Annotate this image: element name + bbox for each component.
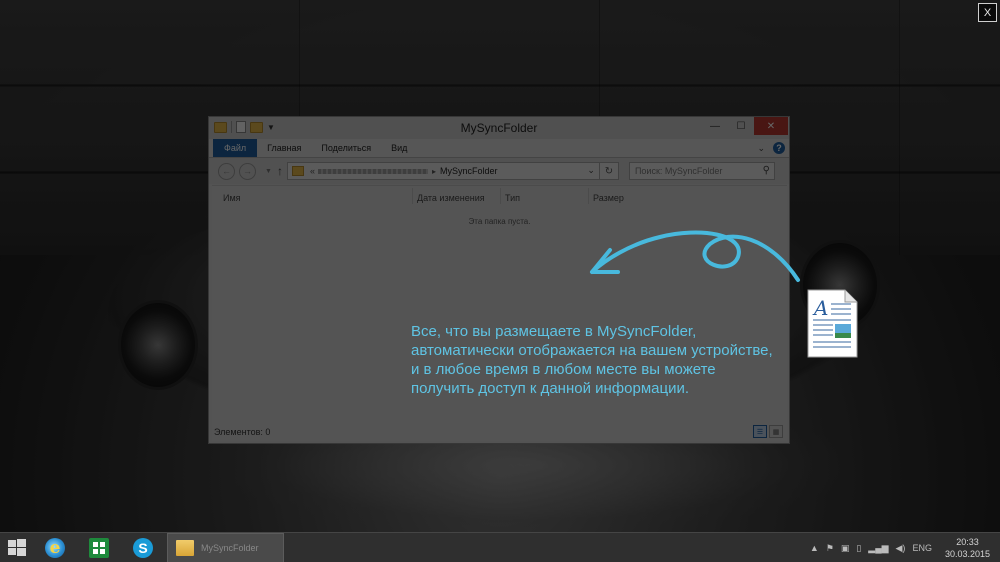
tour-message: Все, что вы размещаете в MySyncFolder, а… bbox=[411, 323, 773, 397]
taskbar-explorer-label: MySyncFolder bbox=[201, 542, 259, 553]
address-overflow[interactable]: « bbox=[310, 166, 315, 176]
taskbar-skype[interactable]: S bbox=[121, 533, 165, 562]
volume-icon[interactable]: ◀) bbox=[896, 543, 906, 554]
column-divider[interactable] bbox=[588, 188, 589, 204]
ribbon-controls: ⌄ ? bbox=[757, 142, 785, 154]
address-path-blurred bbox=[317, 168, 428, 174]
back-arrow-icon[interactable]: ← bbox=[218, 162, 235, 180]
large-icons-view-icon[interactable]: ▦ bbox=[769, 425, 783, 438]
tour-arrow-icon bbox=[590, 230, 800, 282]
column-size[interactable]: Размер bbox=[593, 193, 624, 203]
maximize-button[interactable]: ☐ bbox=[728, 117, 754, 135]
system-tray: ▲ ⚑ ▣ ▯ ▂▄▆ ◀) ENG 20:33 30.03.2015 bbox=[810, 533, 990, 562]
address-current-folder[interactable]: MySyncFolder bbox=[440, 166, 498, 176]
help-icon[interactable]: ? bbox=[773, 142, 785, 154]
ribbon-tabs: Файл Главная Поделиться Вид ⌄ ? bbox=[209, 139, 789, 158]
car-wheel-front bbox=[118, 300, 198, 390]
column-name[interactable]: Имя bbox=[223, 193, 241, 203]
search-icon[interactable]: ⚲ bbox=[763, 165, 770, 176]
network-signal-icon[interactable]: ▂▄▆ bbox=[868, 543, 888, 554]
column-divider[interactable] bbox=[412, 188, 413, 204]
document-icon: A bbox=[807, 289, 858, 358]
refresh-icon[interactable]: ↻ bbox=[599, 162, 619, 180]
input-language[interactable]: ENG bbox=[912, 543, 932, 553]
address-dropdown-icon[interactable]: ⌄ bbox=[587, 165, 595, 176]
address-separator-icon[interactable]: ▸ bbox=[432, 167, 436, 176]
taskbar: e S MySyncFolder ▲ ⚑ ▣ ▯ ▂▄▆ ◀) ENG 20:3… bbox=[0, 532, 1000, 562]
search-box[interactable]: Поиск: MySyncFolder ⚲ bbox=[628, 162, 775, 180]
column-date-modified[interactable]: Дата изменения bbox=[417, 193, 485, 203]
view-toggle: ☰ ▦ bbox=[753, 425, 783, 438]
recent-locations-icon[interactable]: ▼ bbox=[265, 168, 272, 175]
action-center-flag-icon[interactable]: ⚑ bbox=[826, 543, 834, 554]
search-input[interactable]: Поиск: MySyncFolder bbox=[635, 166, 722, 176]
taskbar-store[interactable] bbox=[77, 533, 121, 562]
column-divider[interactable] bbox=[500, 188, 501, 204]
close-tour-button[interactable]: X bbox=[978, 3, 997, 22]
taskbar-explorer-window[interactable]: MySyncFolder bbox=[167, 532, 284, 562]
clock-time: 20:33 bbox=[956, 537, 979, 547]
column-headers: Имя Дата изменения Тип Размер bbox=[212, 186, 787, 204]
forward-arrow-icon[interactable]: → bbox=[239, 162, 256, 180]
title-bar: ▼ MySyncFolder — ☐ ✕ bbox=[209, 117, 789, 139]
tab-home[interactable]: Главная bbox=[257, 139, 311, 157]
taskbar-internet-explorer[interactable]: e bbox=[33, 533, 77, 562]
details-view-icon[interactable]: ☰ bbox=[753, 425, 767, 438]
show-hidden-icons-icon[interactable]: ▲ bbox=[810, 543, 819, 553]
clock[interactable]: 20:33 30.03.2015 bbox=[945, 536, 990, 560]
address-bar[interactable]: « ▸ MySyncFolder ⌄ bbox=[286, 162, 600, 180]
clock-date: 30.03.2015 bbox=[944, 549, 990, 559]
start-button[interactable] bbox=[0, 533, 33, 562]
internet-explorer-icon: e bbox=[45, 537, 65, 558]
window-controls: — ☐ ✕ bbox=[702, 117, 788, 135]
tab-share[interactable]: Поделиться bbox=[311, 139, 381, 157]
battery-icon[interactable]: ▯ bbox=[856, 543, 861, 554]
folder-icon bbox=[176, 539, 194, 556]
minimize-button[interactable]: — bbox=[702, 117, 728, 135]
svg-text:A: A bbox=[812, 296, 828, 320]
skype-icon: S bbox=[133, 537, 153, 558]
windows-logo-icon bbox=[7, 538, 26, 556]
tab-file[interactable]: Файл bbox=[213, 139, 258, 157]
sync-app-icon[interactable]: ▣ bbox=[841, 543, 850, 554]
close-window-button[interactable]: ✕ bbox=[754, 117, 788, 135]
navigation-bar: ← → ▼ ↑ « ▸ MySyncFolder ⌄ ↻ Поиск: MySy… bbox=[209, 158, 789, 184]
up-arrow-icon[interactable]: ↑ bbox=[277, 164, 283, 178]
address-folder-icon bbox=[291, 166, 304, 176]
tab-view[interactable]: Вид bbox=[381, 139, 417, 157]
store-icon bbox=[89, 537, 109, 558]
status-bar: Элементов: 0 bbox=[214, 427, 271, 437]
column-type[interactable]: Тип bbox=[505, 193, 520, 203]
expand-ribbon-icon[interactable]: ⌄ bbox=[757, 143, 765, 154]
